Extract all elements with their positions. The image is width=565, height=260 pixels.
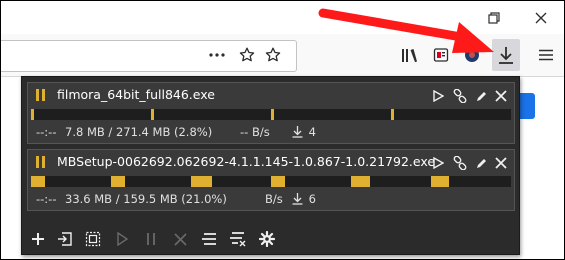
cancel-all-button[interactable]: [169, 228, 191, 250]
edit-icon: [476, 158, 486, 168]
size-text: 7.8 MB / 271.4 MB (2.8%): [65, 125, 213, 139]
download-arrow-icon: [292, 193, 303, 205]
download-panel: filmora_64bit_full846.exe --:-- 7.8 MB /…: [21, 76, 520, 255]
progress-segment: [351, 176, 370, 187]
link-icon: [453, 156, 467, 170]
speed-text: -- B/s: [240, 125, 270, 139]
progress-segment: [111, 176, 125, 187]
settings-button[interactable]: [256, 228, 278, 250]
select-all-button[interactable]: [82, 228, 104, 250]
eta-text: --:--: [36, 125, 57, 139]
add-download-button[interactable]: [27, 228, 49, 250]
progress-segment: [431, 176, 449, 187]
download-filename: filmora_64bit_full846.exe: [57, 87, 215, 102]
clear-all-button[interactable]: [227, 228, 249, 250]
edit-icon: [476, 91, 486, 101]
connections-count: 4: [308, 125, 316, 139]
remove-icon: [495, 90, 507, 102]
add-icon: [32, 233, 44, 245]
download-item: MBSetup-0062692.062692-4.1.1.145-1.0.867…: [27, 149, 515, 211]
download-filename: MBSetup-0062692.062692-4.1.1.145-1.0.867…: [57, 154, 436, 169]
copy-link-button[interactable]: [451, 87, 469, 105]
browser-window: filmora_64bit_full846.exe --:-- 7.8 MB /…: [0, 0, 565, 260]
edit-button[interactable]: [472, 87, 490, 105]
resume-all-icon: [117, 232, 128, 246]
connections-count: 6: [308, 192, 316, 206]
cancel-all-icon: [173, 232, 187, 246]
annotation-arrow: [318, 8, 494, 53]
resume-all-button[interactable]: [111, 228, 133, 250]
copy-link-button[interactable]: [451, 154, 469, 172]
pause-icon[interactable]: [36, 156, 46, 168]
size-text: 33.6 MB / 159.5 MB (21.0%): [65, 192, 227, 206]
progress-segment: [271, 176, 285, 187]
pause-all-button[interactable]: [140, 228, 162, 250]
clear-completed-button[interactable]: [198, 228, 220, 250]
play-icon: [433, 157, 444, 169]
import-icon: [58, 232, 72, 246]
progress-bar: [31, 109, 511, 120]
remove-icon: [495, 157, 507, 169]
remove-button[interactable]: [492, 87, 510, 105]
play-icon: [433, 90, 444, 102]
settings-icon: [259, 231, 275, 247]
connections: 4: [292, 125, 316, 139]
clear-completed-icon: [202, 233, 216, 245]
select-all-icon: [85, 231, 101, 247]
eta-text: --:--: [36, 192, 57, 206]
link-icon: [453, 89, 467, 103]
pause-icon[interactable]: [36, 89, 46, 101]
panel-footer: [22, 224, 519, 254]
edit-button[interactable]: [472, 154, 490, 172]
download-arrow-icon: [292, 126, 303, 138]
connections: 6: [292, 192, 316, 206]
progress-segment: [31, 109, 34, 120]
remove-button[interactable]: [492, 154, 510, 172]
download-item: filmora_64bit_full846.exe --:-- 7.8 MB /…: [27, 82, 515, 144]
progress-bar: [31, 176, 511, 187]
speed-text: B/s: [265, 192, 283, 206]
progress-segment: [391, 109, 394, 120]
progress-segment: [271, 109, 274, 120]
import-button[interactable]: [54, 228, 76, 250]
pause-all-icon: [147, 233, 155, 245]
resume-button[interactable]: [429, 154, 447, 172]
progress-segment: [191, 176, 212, 187]
resume-button[interactable]: [429, 87, 447, 105]
progress-segment: [31, 176, 45, 187]
clear-all-icon: [230, 232, 246, 247]
progress-segment: [151, 109, 154, 120]
